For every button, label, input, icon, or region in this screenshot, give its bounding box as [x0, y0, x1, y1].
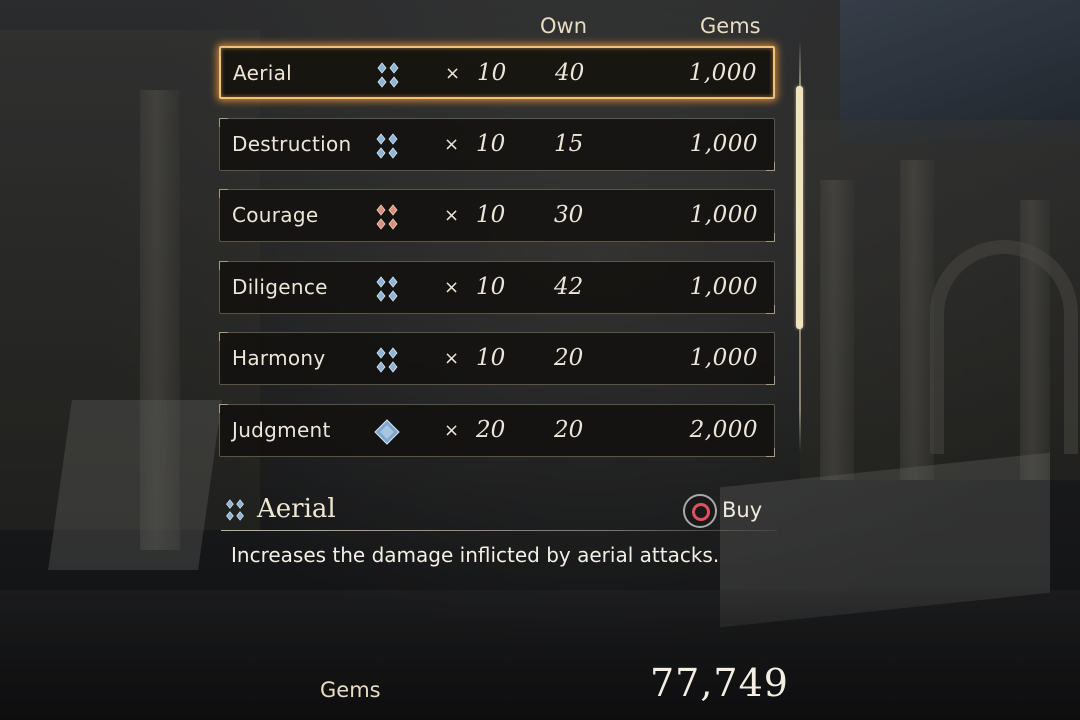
shop-item-row[interactable]: Courage × 10 30 1,000 — [219, 189, 775, 242]
owned-count: 40 — [555, 60, 585, 86]
blue-crystal-cluster-icon — [376, 347, 398, 373]
item-name: Courage — [232, 203, 319, 227]
item-quantity: 20 — [476, 417, 506, 443]
blue-crystal-cluster-icon — [226, 499, 244, 521]
selected-item-title: Aerial — [257, 494, 336, 524]
blue-crystal-cluster-icon — [376, 276, 398, 302]
multiply-sign: × — [444, 420, 460, 441]
multiply-sign: × — [444, 277, 460, 298]
scrollbar-thumb[interactable] — [796, 86, 803, 329]
multiply-sign: × — [444, 348, 460, 369]
item-description: Increases the damage inflicted by aerial… — [231, 543, 720, 567]
item-name: Aerial — [233, 61, 293, 85]
item-name: Diligence — [232, 275, 328, 299]
blue-diamond-crystal-icon — [374, 419, 400, 445]
owned-count: 15 — [554, 131, 584, 157]
gems-column-header: Gems — [700, 14, 761, 38]
shop-item-row[interactable]: Aerial × 10 40 1,000 — [219, 46, 775, 99]
own-column-header: Own — [540, 14, 588, 38]
multiply-sign: × — [444, 205, 460, 226]
divider — [221, 530, 777, 531]
red-crystal-cluster-icon — [376, 204, 398, 230]
buy-button-label[interactable]: Buy — [722, 498, 762, 522]
item-price: 1,000 — [689, 202, 758, 228]
item-price: 1,000 — [689, 274, 758, 300]
item-quantity: 10 — [476, 345, 506, 371]
item-name: Judgment — [232, 418, 331, 442]
shop-item-row[interactable]: Diligence × 10 42 1,000 — [219, 261, 775, 314]
owned-count: 20 — [554, 417, 584, 443]
multiply-sign: × — [445, 63, 461, 84]
shop-item-row[interactable]: Harmony × 10 20 1,000 — [219, 332, 775, 385]
item-name: Destruction — [232, 132, 352, 156]
owned-count: 42 — [554, 274, 584, 300]
item-price: 1,000 — [689, 345, 758, 371]
gems-total-value: 77,749 — [650, 661, 789, 705]
multiply-sign: × — [444, 134, 460, 155]
gems-total-label: Gems — [320, 678, 381, 702]
circle-button-icon[interactable] — [683, 494, 717, 528]
item-quantity: 10 — [476, 202, 506, 228]
shop-item-row[interactable]: Destruction × 10 15 1,000 — [219, 118, 775, 171]
blue-crystal-cluster-icon — [377, 62, 399, 88]
item-quantity: 10 — [477, 60, 507, 86]
shop-item-row[interactable]: Judgment × 20 20 2,000 — [219, 404, 775, 457]
item-price: 1,000 — [688, 60, 757, 86]
owned-count: 30 — [554, 202, 584, 228]
item-quantity: 10 — [476, 131, 506, 157]
item-price: 2,000 — [689, 417, 758, 443]
item-quantity: 10 — [476, 274, 506, 300]
blue-crystal-cluster-icon — [376, 133, 398, 159]
item-price: 1,000 — [689, 131, 758, 157]
owned-count: 20 — [554, 345, 584, 371]
item-name: Harmony — [232, 346, 326, 370]
